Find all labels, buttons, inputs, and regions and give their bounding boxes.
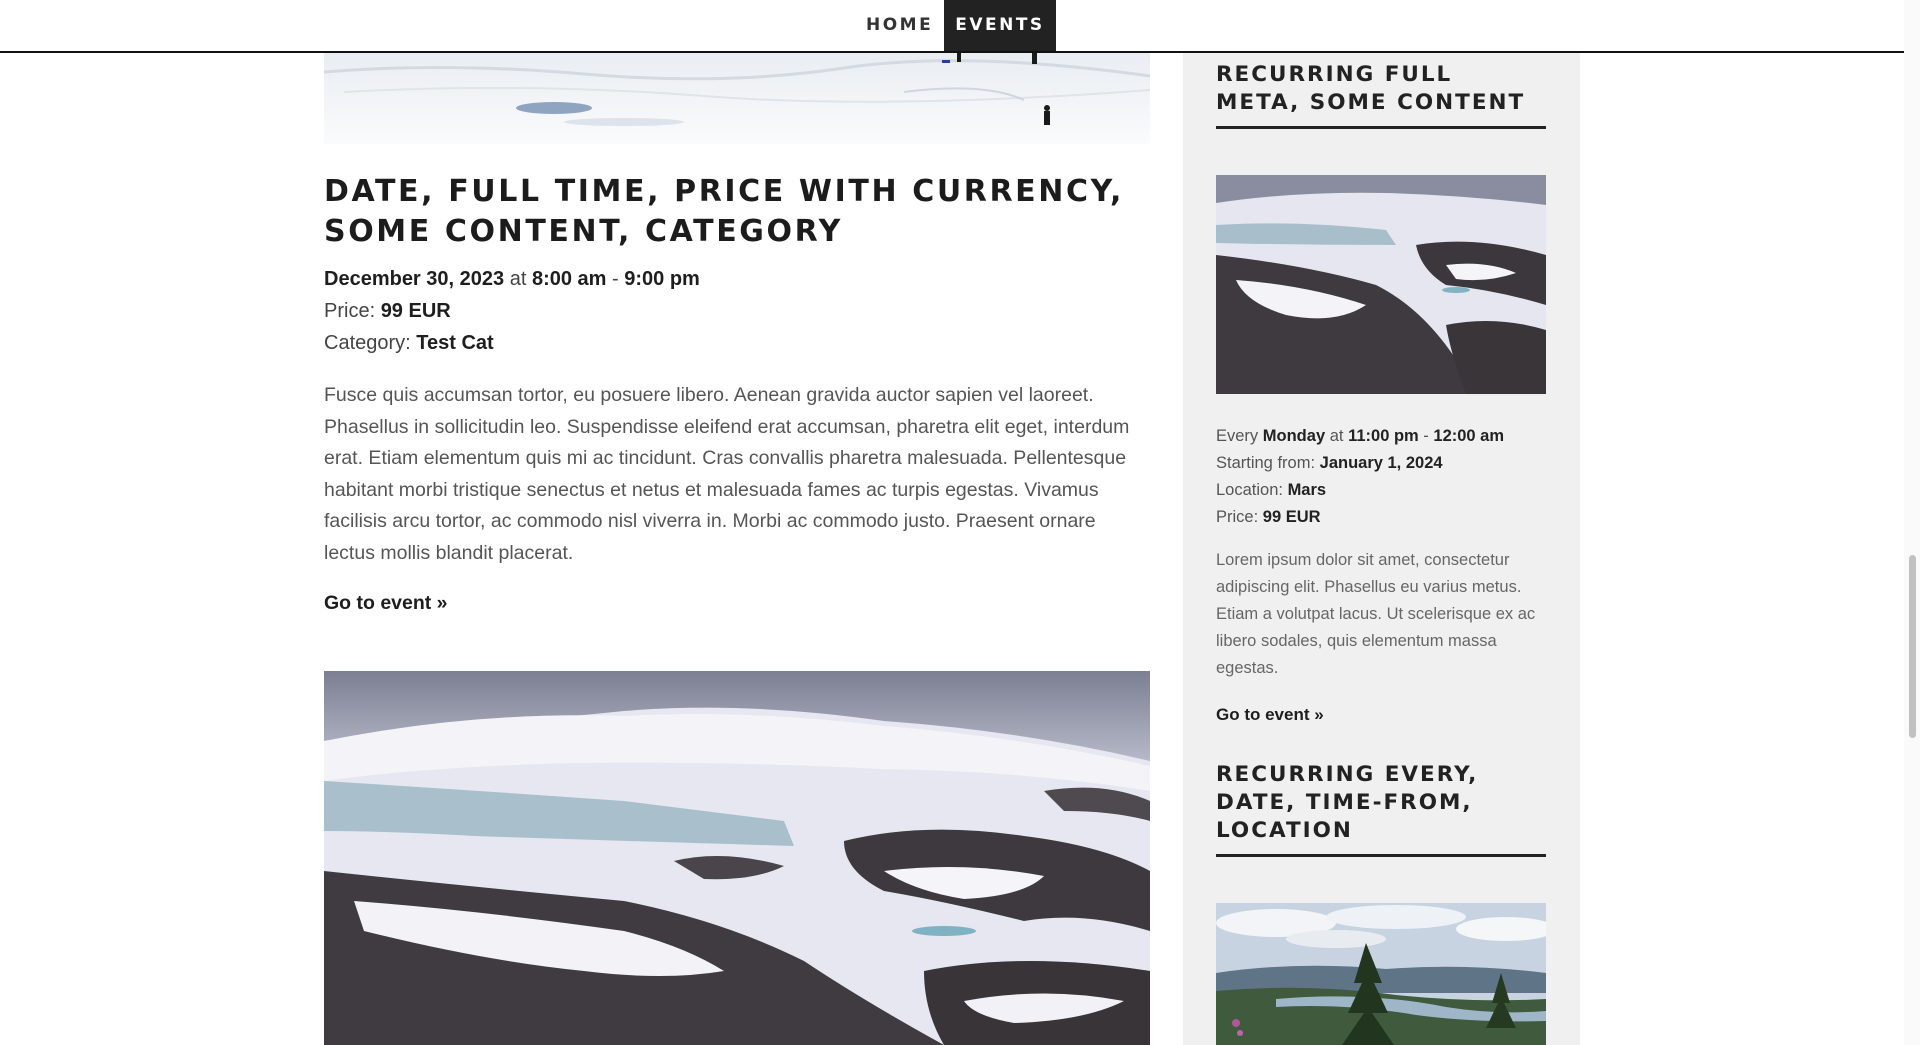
recurrence-day: Monday — [1262, 427, 1326, 445]
event-image-snowfield[interactable] — [324, 52, 1150, 144]
price-label: Price: — [1216, 508, 1259, 526]
location-value: Mars — [1287, 481, 1327, 499]
event-title[interactable]: DATE, FULL TIME, PRICE WITH CURRENCY, SO… — [324, 172, 1150, 252]
scrollbar-thumb[interactable] — [1909, 555, 1916, 738]
sidebar-event-image-forest[interactable] — [1216, 903, 1546, 1045]
go-to-event-link[interactable]: Go to event » — [324, 592, 448, 615]
price-value: 99 EUR — [380, 300, 451, 322]
nav-item-home[interactable]: HOME — [855, 0, 944, 51]
price-label: Price: — [324, 300, 376, 322]
sidebar-event-recurrence: Every Monday at 11:00 pm - 12:00 am — [1216, 427, 1504, 446]
sidebar-event-start: Starting from: January 1, 2024 — [1216, 454, 1443, 473]
event-time-to: 9:00 pm — [624, 268, 700, 290]
sidebar-event-price: Price: 99 EUR — [1216, 508, 1321, 527]
event-image-glacier[interactable] — [324, 671, 1150, 1045]
at-label: at — [509, 268, 527, 290]
top-navigation-bar: HOME EVENTS — [0, 0, 1904, 53]
event-date-time: December 30, 2023 at 8:00 am - 9:00 pm — [324, 268, 700, 291]
sidebar-event-title-2[interactable]: RECURRING EVERY, DATE, TIME-FROM, LOCATI… — [1216, 761, 1546, 857]
price-value: 99 EUR — [1262, 508, 1321, 526]
nav-item-events[interactable]: EVENTS — [944, 0, 1056, 51]
event-time-from: 8:00 am — [531, 268, 607, 290]
category-value[interactable]: Test Cat — [416, 332, 493, 354]
sidebar-event-image-glacier[interactable] — [1216, 175, 1546, 394]
sidebar-event-title-1[interactable]: RECURRING FULL META, SOME CONTENT — [1216, 61, 1546, 129]
time-separator: - — [612, 268, 619, 290]
starting-value: January 1, 2024 — [1319, 454, 1443, 472]
vertical-scrollbar[interactable] — [1904, 0, 1920, 1045]
category-label: Category: — [324, 332, 411, 354]
recurrence-time-from: 11:00 pm — [1348, 427, 1419, 445]
recurrence-time-to: 12:00 am — [1433, 427, 1505, 445]
location-label: Location: — [1216, 481, 1283, 499]
event-category: Category: Test Cat — [324, 332, 494, 355]
at-label: at — [1329, 427, 1344, 445]
sidebar-event-description: Lorem ipsum dolor sit amet, consectetur … — [1216, 551, 1536, 677]
sidebar-event-location: Location: Mars — [1216, 481, 1326, 500]
event-price: Price: 99 EUR — [324, 300, 451, 323]
sidebar: RECURRING FULL META, SOME CONTENT Every … — [1183, 0, 1580, 1045]
every-label: Every — [1216, 427, 1259, 445]
event-date: December 30, 2023 — [324, 268, 505, 290]
time-separator: - — [1423, 427, 1429, 445]
sidebar-go-to-event-link[interactable]: Go to event » — [1216, 705, 1324, 725]
nav-menu: HOME EVENTS — [855, 0, 1056, 51]
event-excerpt: Fusce quis accumsan tortor, eu posuere l… — [324, 384, 1130, 564]
starting-label: Starting from: — [1216, 454, 1316, 472]
